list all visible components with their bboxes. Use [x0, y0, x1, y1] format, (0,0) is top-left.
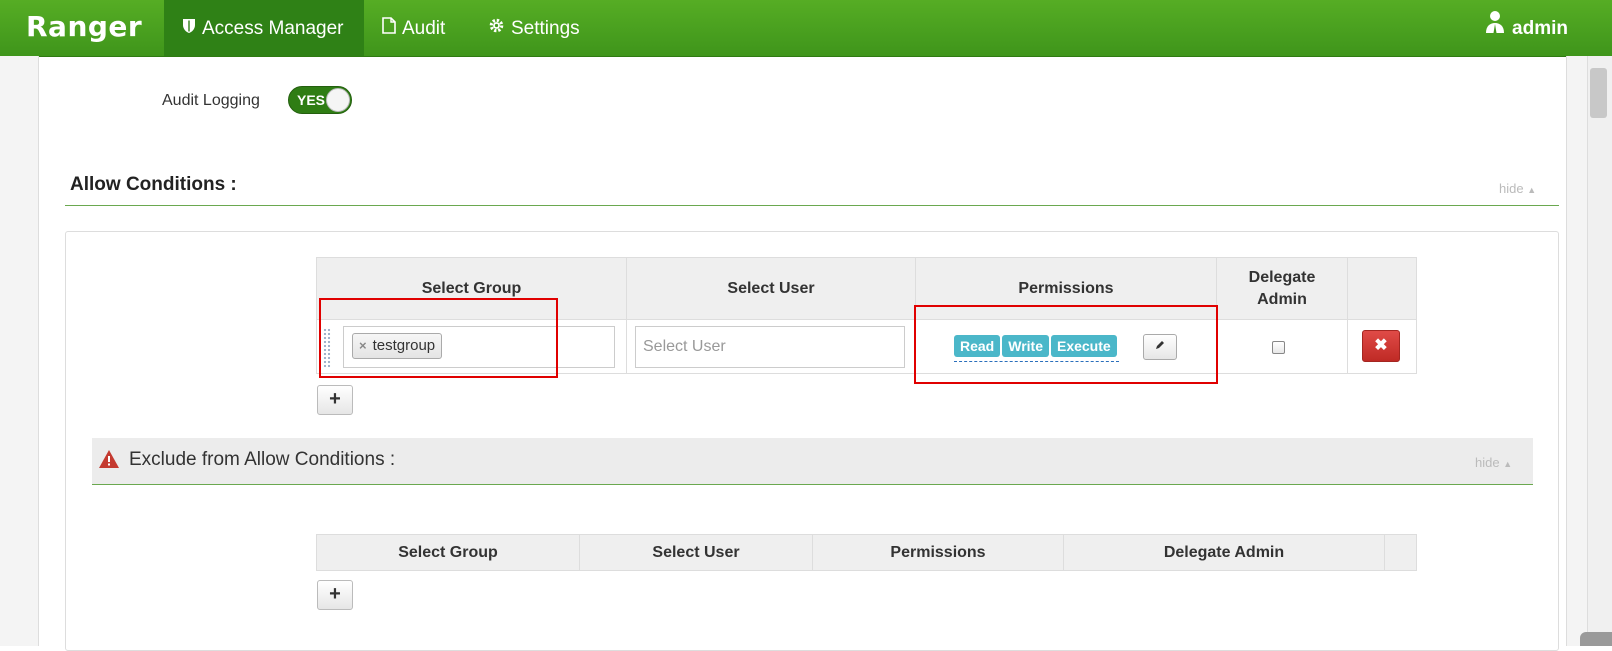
caret-up-icon: ▲ — [1527, 185, 1537, 195]
nav-access-manager[interactable]: Access Manager — [164, 0, 364, 56]
exclude-conditions-table: Select Group Select User Permissions Del… — [316, 534, 1417, 571]
toggle-knob — [326, 88, 350, 112]
exclude-conditions-header: Exclude from Allow Conditions : hide ▲ — [92, 438, 1533, 485]
delegate-admin-cell — [1216, 319, 1348, 374]
exclude-hide-link[interactable]: hide ▲ — [1475, 455, 1512, 470]
col-select-user: Select User — [626, 257, 916, 320]
shield-icon — [182, 0, 196, 58]
allow-hide-link[interactable]: hide ▲ — [1499, 181, 1536, 196]
add-exclude-condition-button[interactable]: + — [317, 580, 353, 610]
nav-label: Settings — [511, 18, 580, 40]
nav-label: Audit — [402, 18, 446, 40]
col-permissions: Permissions — [812, 534, 1064, 571]
audit-logging-toggle[interactable]: YES — [288, 86, 352, 114]
col-delegate-admin: Delegate Admin — [1063, 534, 1385, 571]
nav-label: Access Manager — [202, 18, 344, 40]
gear-icon — [488, 0, 505, 58]
toggle-text: YES — [297, 92, 326, 108]
caret-up-icon: ▲ — [1503, 459, 1513, 469]
exclude-conditions-title: Exclude from Allow Conditions : — [129, 449, 396, 470]
warning-icon — [98, 449, 120, 474]
col-actions — [1384, 534, 1417, 571]
nav-settings[interactable]: Settings — [470, 0, 598, 56]
close-icon: ✖ — [1374, 337, 1388, 354]
nav-audit[interactable]: Audit — [364, 0, 463, 56]
user-name: admin — [1512, 18, 1568, 40]
top-navbar: Ranger Access Manager Audit Settings adm… — [0, 0, 1612, 57]
user-select-input[interactable] — [635, 326, 905, 368]
table-header-row: Select Group Select User Permissions Del… — [316, 534, 1417, 571]
delete-row-button[interactable]: ✖ — [1362, 330, 1400, 362]
allow-divider — [65, 205, 1559, 206]
col-actions — [1347, 257, 1417, 320]
hide-label: hide — [1499, 181, 1524, 196]
user-cell — [626, 319, 916, 374]
col-select-user: Select User — [579, 534, 813, 571]
scrollbar-thumb[interactable] — [1590, 68, 1607, 118]
highlight-box-permissions — [914, 305, 1218, 384]
add-allow-condition-button[interactable]: + — [317, 385, 353, 415]
col-delegate-label: Delegate — [1248, 268, 1316, 286]
col-select-group: Select Group — [316, 534, 580, 571]
col-admin-label: Admin — [1257, 290, 1307, 308]
file-icon — [382, 0, 396, 58]
left-gutter — [0, 56, 39, 646]
col-delegate-admin: Delegate Admin — [1216, 257, 1348, 320]
brand-logo[interactable]: Ranger — [26, 10, 142, 43]
user-icon — [1484, 0, 1506, 58]
hide-label: hide — [1475, 455, 1500, 470]
audit-logging-label: Audit Logging — [162, 92, 260, 109]
user-menu[interactable]: admin — [1484, 0, 1568, 56]
scrollbar[interactable] — [1587, 56, 1612, 646]
allow-conditions-title: Allow Conditions : — [70, 174, 237, 195]
delegate-admin-checkbox[interactable] — [1272, 341, 1285, 354]
scroll-corner — [1580, 632, 1612, 646]
actions-cell: ✖ — [1347, 319, 1417, 374]
highlight-box-group — [319, 298, 558, 378]
